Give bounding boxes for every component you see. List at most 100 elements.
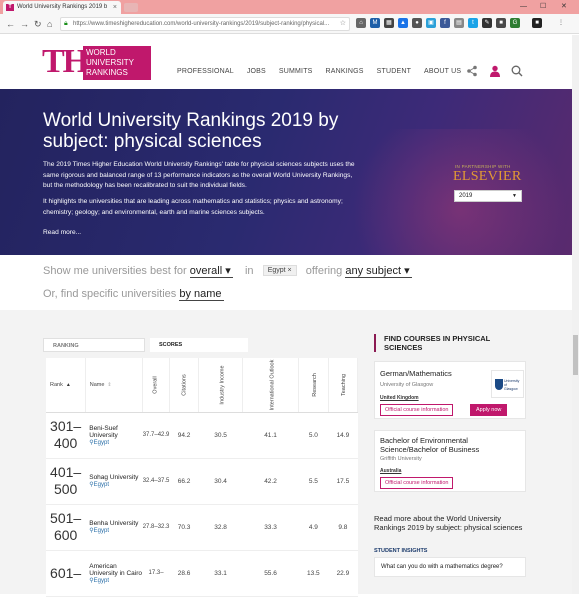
col-industry[interactable]: Industry Income — [198, 358, 244, 413]
university-name[interactable]: American University in Cairo — [89, 563, 142, 577]
nav-jobs[interactable]: JOBS — [247, 68, 266, 75]
extension-m-icon[interactable]: M — [370, 18, 380, 28]
citations-cell: 28.6 — [169, 550, 199, 597]
country-chip[interactable]: Egypt × — [262, 265, 297, 276]
extension-pen-icon[interactable]: ✎ — [482, 18, 492, 28]
course-title[interactable]: German/Mathematics — [380, 369, 452, 378]
table-row[interactable]: 601– American University in Cairo ⚲Egypt … — [46, 550, 358, 597]
teaching-cell: 14.9 — [328, 412, 358, 459]
country-link[interactable]: Egypt — [94, 578, 109, 584]
browser-tab[interactable]: T World University Rankings 2019 b × — [3, 1, 121, 14]
sort-asc-icon: ▲ — [65, 381, 71, 388]
course-country[interactable]: United Kingdom — [380, 395, 419, 401]
col-international[interactable]: International Outlook — [242, 358, 299, 413]
teaching-cell: 22.9 — [328, 550, 358, 597]
close-window-icon[interactable]: ✕ — [561, 0, 567, 13]
minimize-icon[interactable]: — — [520, 0, 527, 13]
tab-ranking[interactable]: RANKING — [43, 338, 145, 352]
browser-menu-icon[interactable]: ⋮ — [556, 18, 566, 28]
apply-now-button[interactable]: Apply now — [470, 404, 508, 416]
user-icon[interactable] — [489, 65, 501, 80]
country-link[interactable]: Egypt — [94, 440, 109, 446]
extension-circle-icon[interactable]: ● — [412, 18, 422, 28]
search-icon[interactable] — [511, 65, 523, 80]
table-row[interactable]: 401–500 Sohag University ⚲Egypt 32.4–37.5… — [46, 458, 358, 505]
col-research[interactable]: Research — [298, 358, 329, 413]
best-for-select[interactable]: overall ▾ — [189, 265, 233, 278]
official-course-info-button[interactable]: Official course information — [380, 477, 454, 489]
col-name[interactable]: Name ⇕ — [85, 358, 144, 413]
page-scrollbar[interactable] — [572, 35, 579, 594]
forward-icon[interactable]: → — [20, 17, 29, 31]
col-industry-label: Industry Income — [219, 365, 226, 405]
extension-block-icon[interactable]: ■ — [496, 18, 506, 28]
section-divider — [0, 310, 572, 328]
tab-close-icon[interactable]: × — [113, 1, 117, 14]
international-cell: 33.3 — [242, 504, 299, 551]
read-more-link[interactable]: Read more... — [43, 229, 81, 236]
back-icon[interactable]: ← — [6, 17, 15, 31]
new-tab-button[interactable] — [124, 3, 138, 12]
col-overall[interactable]: Overall — [142, 358, 171, 413]
insight-card[interactable]: What can you do with a mathematics degre… — [374, 557, 526, 577]
table-row[interactable]: 301–400 Beni-Suef University ⚲Egypt 37.7–… — [46, 412, 358, 459]
university-name[interactable]: Beni-Suef University — [89, 425, 118, 439]
sort-icon: ⇕ — [107, 381, 112, 388]
share-icon[interactable] — [466, 65, 478, 80]
col-teaching-label: Teaching — [340, 373, 347, 396]
teaching-cell: 17.5 — [328, 458, 358, 505]
year-select[interactable]: 2019 ▼ — [454, 190, 522, 202]
nav-summits[interactable]: SUMMITS — [279, 68, 313, 75]
extension-bird-icon[interactable]: t — [468, 18, 478, 28]
nav-professional[interactable]: PROFESSIONAL — [177, 68, 234, 75]
home-icon[interactable]: ⌂ — [47, 17, 52, 31]
research-cell: 13.5 — [298, 550, 329, 597]
nav-about-us[interactable]: ABOUT US — [424, 68, 461, 75]
overall-cell: 17.3– — [142, 550, 170, 597]
col-rank[interactable]: Rank ▲ — [46, 358, 86, 413]
extension-f-icon[interactable]: f — [440, 18, 450, 28]
nav-student[interactable]: STUDENT — [377, 68, 411, 75]
university-name[interactable]: Sohag University — [89, 474, 138, 481]
col-citations[interactable]: Citations — [169, 358, 199, 413]
reload-icon[interactable]: ↻ — [34, 17, 42, 31]
extension-dropbox-icon[interactable]: ▦ — [384, 18, 394, 28]
extension-g-icon[interactable]: G — [510, 18, 520, 28]
by-name-link[interactable]: by name — [179, 288, 224, 301]
subject-select[interactable]: any subject ▾ — [345, 265, 412, 278]
wur-logo[interactable]: WORLD UNIVERSITY RANKINGS — [83, 46, 151, 80]
country-link[interactable]: Egypt — [94, 528, 109, 534]
extension-home-icon[interactable]: ⌂ — [356, 18, 366, 28]
course-card[interactable]: Bachelor of Environmental Science/Bachel… — [374, 430, 526, 492]
industry-cell: 30.5 — [198, 412, 243, 459]
tab-title: World University Rankings 2019 b — [17, 4, 108, 10]
extension-grid-icon[interactable]: ▤ — [454, 18, 464, 28]
research-cell: 4.9 — [298, 504, 329, 551]
extension-drive-icon[interactable]: ▲ — [398, 18, 408, 28]
address-bar[interactable]: 🔒︎ https://www.timeshighereducation.com/… — [60, 17, 350, 31]
table-row[interactable]: 501–600 Benha University ⚲Egypt 27.8–32.3… — [46, 504, 358, 551]
course-country[interactable]: Australia — [380, 468, 401, 474]
maximize-icon[interactable]: ☐ — [540, 0, 546, 13]
research-cell: 5.0 — [298, 412, 329, 459]
overall-cell: 37.7–42.9 — [142, 412, 170, 459]
bookmark-star-icon[interactable]: ☆ — [340, 18, 346, 30]
logo-line-1: WORLD — [86, 48, 116, 57]
country-link[interactable]: Egypt — [94, 482, 109, 488]
course-card[interactable]: German/Mathematics University of Glasgow… — [374, 361, 526, 419]
official-course-info-button[interactable]: Official course information — [380, 404, 454, 416]
hero-banner: World University Rankings 2019 by subjec… — [0, 89, 572, 255]
read-more-rankings-link[interactable]: Read more about the World University Ran… — [374, 514, 526, 532]
extension-notify-icon[interactable]: ■ — [532, 18, 542, 28]
university-logo: University of Glasgow — [491, 370, 524, 398]
col-teaching[interactable]: Teaching — [328, 358, 359, 413]
nav-rankings[interactable]: RANKINGS — [326, 68, 364, 75]
course-title[interactable]: Bachelor of Environmental Science/Bachel… — [380, 436, 498, 454]
tab-strip: T World University Rankings 2019 b × — ☐… — [0, 0, 579, 14]
university-name[interactable]: Benha University — [89, 520, 138, 527]
tab-scores[interactable]: SCORES — [150, 338, 248, 352]
scrollbar-thumb[interactable] — [573, 335, 578, 375]
best-for-value: overall — [189, 265, 223, 277]
elsevier-logo[interactable]: ELSEVIER — [453, 169, 522, 185]
extension-screen-icon[interactable]: ▣ — [426, 18, 436, 28]
